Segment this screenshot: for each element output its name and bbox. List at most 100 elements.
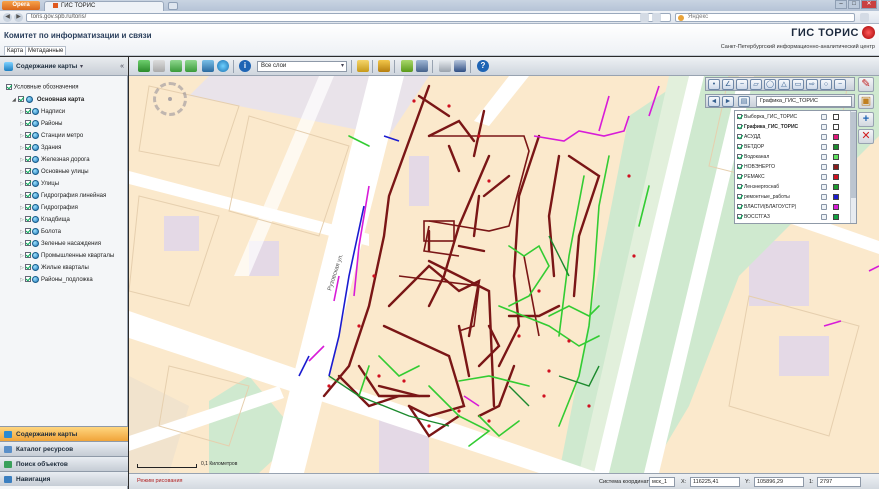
tree-item[interactable]: ▷ Здания [20,143,61,153]
layer-color-swatch[interactable] [833,204,839,210]
tree-item[interactable]: ▷ Станции метро [20,131,83,141]
tab-metadata[interactable]: Метаданные [25,46,67,55]
measure-icon[interactable] [357,60,369,72]
accordion-map-content[interactable]: Содержание карты [0,426,128,441]
layer-color-swatch[interactable] [833,144,839,150]
url-input[interactable]: toris.gov.spb.ru/toris/ [26,13,671,22]
full-extent-icon[interactable] [138,60,150,72]
layer-checkbox[interactable] [737,194,742,200]
palette-icon[interactable]: ▣ [858,94,874,109]
layer-checkbox[interactable] [25,108,31,115]
active-layer-select[interactable]: Графика_ГИС_ТОРИС [756,96,852,107]
polygon-tool-icon[interactable]: ▱ [750,79,762,90]
tree-item[interactable]: ▷ Железная дорога [20,155,90,165]
map-view-icon[interactable] [202,60,214,72]
tree-item[interactable]: ▷ Основные улицы [20,167,89,177]
coord-system-value[interactable]: мск_1 [649,477,675,487]
layer-color-swatch[interactable] [833,154,839,160]
browser-menu-button[interactable]: Opera [2,1,40,10]
accordion-object-search[interactable]: Поиск объектов [0,456,128,471]
layer-checkbox[interactable] [25,204,31,211]
layer-color-swatch[interactable] [833,194,839,200]
undo-icon[interactable]: ◄ [708,96,720,107]
back-icon[interactable]: ◀ [3,13,12,22]
tree-item[interactable]: ▷ Районы_подложка [20,275,93,285]
layer-checkbox[interactable] [737,154,742,160]
save-icon[interactable] [454,60,466,72]
layer-checkbox[interactable] [25,180,31,187]
layer-order-icon[interactable] [821,194,827,200]
layer-order-icon[interactable] [821,144,827,150]
minus-tool-icon[interactable]: − [834,79,846,90]
layer-row[interactable]: ВОССТГАЗ [737,213,849,222]
ellipse-tool-icon[interactable]: ○ [820,79,832,90]
legend-toggle[interactable]: Условные обозначения [6,84,79,91]
layer-checkbox[interactable] [25,144,31,151]
layer-color-swatch[interactable] [833,214,839,220]
tree-item[interactable]: ▷ Улицы [20,179,59,189]
layer-color-swatch[interactable] [833,114,839,120]
rectangle-tool-icon[interactable]: ▭ [792,79,804,90]
tree-item[interactable]: ▷ Районы [20,119,62,129]
table-icon[interactable] [416,60,428,72]
delete-icon[interactable]: ✕ [858,129,874,144]
tree-item[interactable]: ▷ Кладбища [20,215,70,225]
layer-color-swatch[interactable] [833,184,839,190]
help-icon[interactable]: ? [477,60,489,72]
layer-order-icon[interactable] [821,214,827,220]
layer-row[interactable]: Выборка_ГИС_ТОРИС [737,113,849,122]
layer-checkbox[interactable] [737,124,742,130]
layer-color-swatch[interactable] [833,174,839,180]
layer-order-icon[interactable] [821,174,827,180]
browser-tab[interactable]: ГИС ТОРИС [44,1,164,11]
info-icon[interactable]: i [239,60,251,72]
forward-extent-icon[interactable] [185,60,197,72]
layer-list-scrollbar[interactable] [850,111,856,223]
layer-row[interactable]: Водоканал [737,153,849,162]
layer-checkbox[interactable] [737,204,742,210]
eraser-icon[interactable]: ✎ [858,77,874,92]
back-extent-icon[interactable] [170,60,182,72]
layer-checkbox[interactable] [25,252,31,259]
layer-order-icon[interactable] [821,114,827,120]
layer-checkbox[interactable] [737,184,742,190]
print-icon[interactable] [439,60,451,72]
layer-checkbox[interactable] [25,240,31,247]
scrollbar-thumb[interactable] [851,112,856,198]
maximize-icon[interactable]: □ [848,0,860,9]
layer-order-icon[interactable] [821,204,827,210]
layer-color-swatch[interactable] [833,134,839,140]
layer-row[interactable]: РЕМАКС [737,173,849,182]
tab-map[interactable]: Карта [4,46,27,55]
tree-item[interactable]: ▷ Гидрография линейная [20,191,106,201]
zoom-control[interactable] [153,82,187,116]
scale-input[interactable]: 2797 [817,477,861,487]
layer-checkbox[interactable] [25,276,31,283]
layer-checkbox[interactable] [25,120,31,127]
tree-item[interactable]: ▷ Промышленные кварталы [20,251,114,261]
freehand-tool-icon[interactable]: ~ [736,79,748,90]
layer-checkbox[interactable] [17,96,24,103]
minimize-icon[interactable]: – [835,0,847,9]
layer-row[interactable]: ВЛАСТИ(БЛАГОУСТР) [737,203,849,212]
layer-row[interactable]: Ленэнергоснаб [737,183,849,192]
layer-color-swatch[interactable] [833,164,839,170]
layer-order-icon[interactable] [821,154,827,160]
redo-icon[interactable]: ► [722,96,734,107]
add-icon[interactable]: + [858,112,874,127]
tree-item[interactable]: ▷ Гидрография [20,203,78,213]
search-input[interactable]: Яндекс [675,13,855,22]
tree-item[interactable]: ▷ Зеленые насаждения [20,239,101,249]
layer-order-icon[interactable] [821,124,827,130]
legend-checkbox[interactable] [6,84,12,90]
tree-root-basemap[interactable]: ◢ Основная карта [12,95,84,105]
layer-checkbox[interactable] [737,134,742,140]
layer-icon[interactable]: ▤ [738,96,750,107]
layer-checkbox[interactable] [737,174,742,180]
star-icon[interactable] [640,13,649,22]
triangle-tool-icon[interactable]: △ [778,79,790,90]
layer-order-icon[interactable] [821,134,827,140]
layer-checkbox[interactable] [25,216,31,223]
arrow-tool-icon[interactable]: ⇨ [806,79,818,90]
menu-icon[interactable] [860,13,869,22]
